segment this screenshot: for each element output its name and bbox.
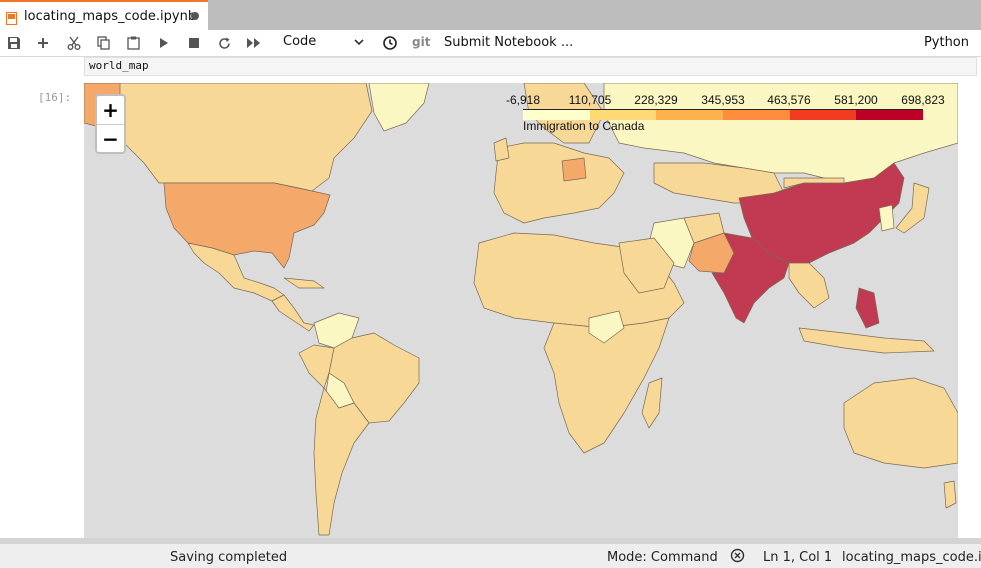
legend-swatch [723, 110, 790, 120]
code-cell-input[interactable]: world_map [84, 57, 977, 76]
legend-tick: 228,329 [634, 93, 678, 107]
unsaved-dot-icon[interactable] [191, 12, 199, 20]
legend-swatch [789, 110, 857, 120]
country-poland [561, 157, 587, 182]
save-icon[interactable] [4, 33, 24, 53]
legend-tick: 698,823 [901, 93, 945, 107]
git-button[interactable]: git [412, 35, 430, 49]
status-message: Saving completed [170, 550, 288, 565]
chevron-down-icon [354, 39, 364, 46]
cell-type-select[interactable]: Code [283, 34, 369, 52]
tab-bar: locating_maps_code.ipynb [0, 0, 981, 30]
legend-tick: -6,918 [505, 93, 541, 107]
submit-notebook-button[interactable]: Submit Notebook ... [444, 35, 573, 50]
legend-tick: 345,953 [701, 93, 745, 107]
legend-tick: 110,705 [568, 93, 612, 107]
tab-title: locating_maps_code.ipynb [24, 8, 197, 24]
legend-swatch [656, 110, 724, 120]
notebook-icon [6, 10, 17, 25]
add-cell-icon[interactable] [33, 33, 53, 53]
notification-icon[interactable] [730, 548, 745, 567]
map-legend: -6,918 110,705 228,329 345,953 463,576 5… [504, 93, 949, 145]
country-australia [843, 377, 958, 469]
run-icon[interactable] [154, 33, 174, 53]
legend-caption: Immigration to Canada [523, 119, 645, 133]
status-mode[interactable]: Mode: Command [607, 550, 718, 565]
status-filename: locating_maps_code.ipy [842, 550, 981, 565]
legend-ticks: -6,918 110,705 228,329 345,953 463,576 5… [504, 93, 949, 109]
restart-icon[interactable] [214, 33, 234, 53]
legend-tick: 463,576 [767, 93, 811, 107]
cut-icon[interactable] [64, 33, 84, 53]
country-korea [878, 204, 895, 232]
notebook-toolbar: Code git Submit Notebook ... Python [0, 30, 981, 57]
stop-icon[interactable] [184, 33, 204, 53]
zoom-control: + − [95, 94, 126, 154]
copy-icon[interactable] [93, 33, 113, 53]
zoom-in-button[interactable]: + [97, 96, 124, 125]
cell-type-value: Code [283, 34, 317, 49]
status-bar: Saving completed Mode: Command Ln 1, Col… [0, 544, 981, 568]
world-map-canvas[interactable] [84, 83, 958, 538]
output-prompt: [16]: [38, 91, 72, 104]
code-cell-source: world_map [89, 59, 149, 72]
clock-icon[interactable] [380, 33, 400, 53]
kernel-name[interactable]: Python [924, 35, 969, 50]
notebook-tab[interactable]: locating_maps_code.ipynb [0, 0, 208, 30]
status-cursor-position[interactable]: Ln 1, Col 1 [763, 550, 832, 565]
paste-icon[interactable] [123, 33, 143, 53]
fast-forward-icon[interactable] [244, 33, 264, 53]
legend-tick: 581,200 [834, 93, 878, 107]
country-new-zealand [943, 480, 957, 509]
choropleth-map[interactable]: + − -6,918 110,705 228,329 345,953 463,5… [84, 83, 958, 538]
zoom-out-button[interactable]: − [97, 125, 124, 153]
legend-swatch [856, 110, 924, 120]
